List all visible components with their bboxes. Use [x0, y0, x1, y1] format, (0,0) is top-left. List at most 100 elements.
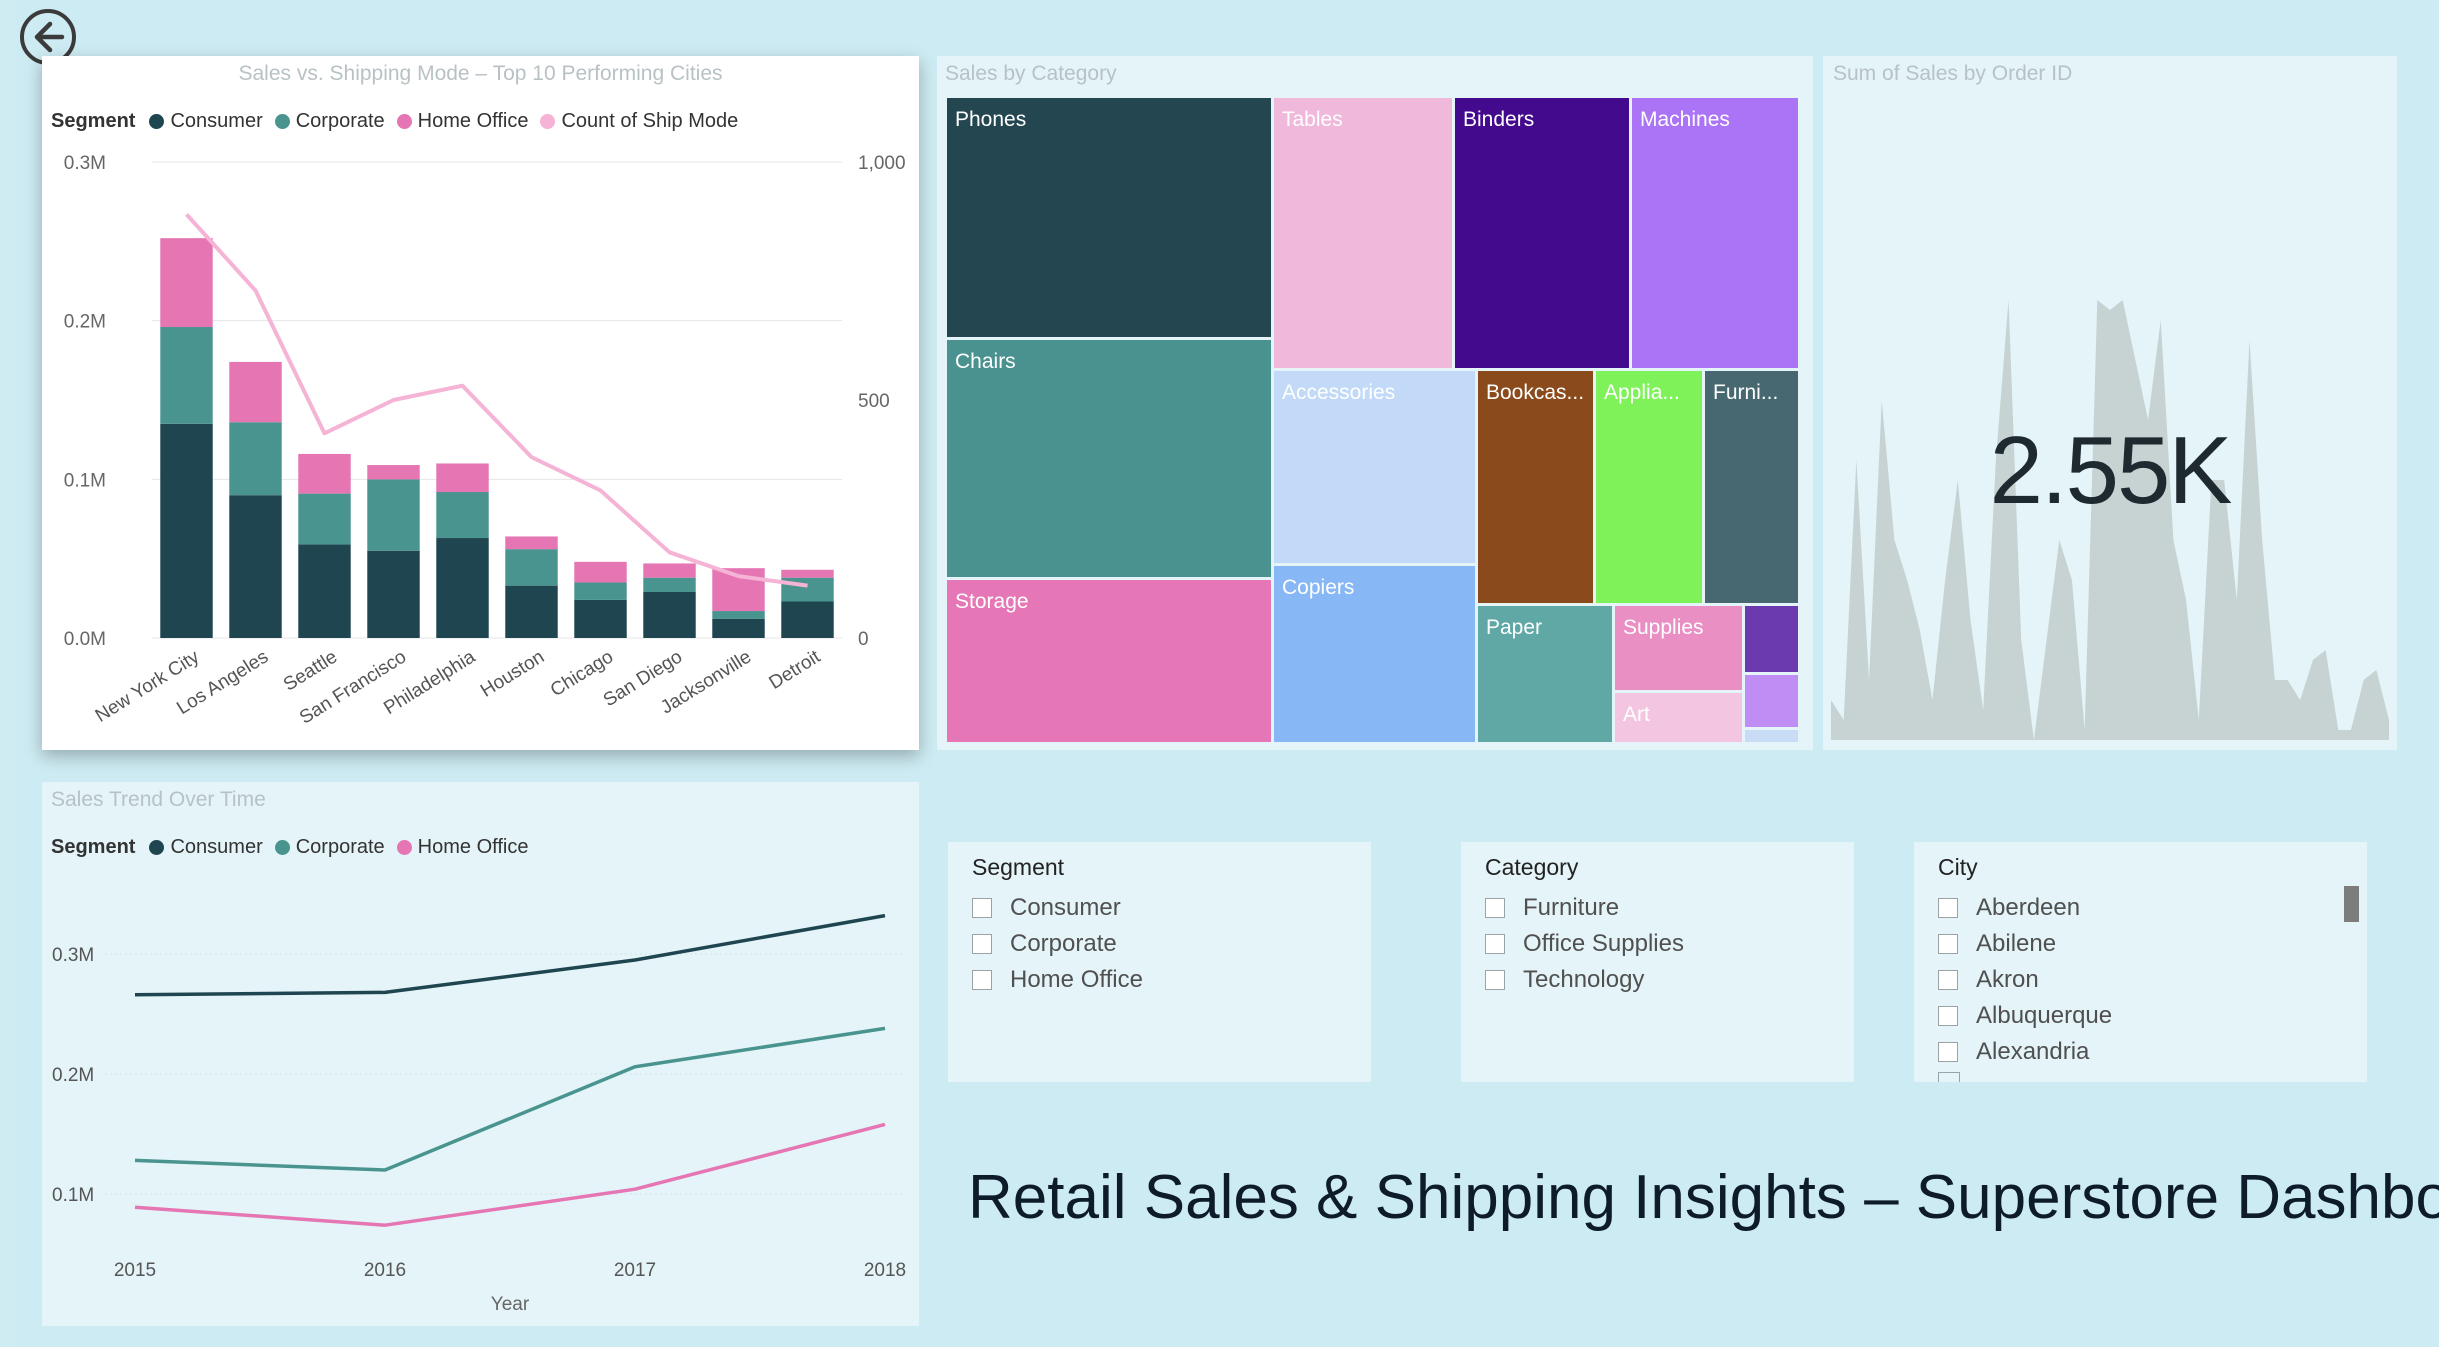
bar-segment[interactable]	[781, 569, 834, 578]
slicer-title: Segment	[972, 854, 1065, 880]
treemap-cell-storage[interactable]: Storage	[945, 578, 1273, 744]
bar-segment[interactable]	[229, 495, 282, 638]
slicer-item-albuquerque[interactable]: Albuquerque	[1938, 998, 2112, 1034]
treemap-label: Supplies	[1623, 616, 1704, 639]
line-chart-panel[interactable]: Sales Trend Over Time Segment Consumer C…	[42, 782, 919, 1326]
bar-segment[interactable]	[160, 238, 213, 328]
treemap-label: Binders	[1463, 108, 1535, 131]
treemap-cell-accessories[interactable]: Accessories	[1272, 369, 1477, 565]
bar-segment[interactable]	[229, 361, 282, 423]
bar-segment[interactable]	[505, 585, 558, 638]
treemap-cell-small[interactable]	[1743, 604, 1800, 674]
treemap-cell-appliances[interactable]: Applia...	[1594, 369, 1704, 605]
treemap-label: Furni...	[1713, 381, 1779, 404]
bar-segment[interactable]	[367, 550, 420, 638]
treemap-cell-art[interactable]: Art	[1613, 691, 1744, 744]
bar-segment[interactable]	[574, 561, 627, 583]
y-tick-label: 0.1M	[64, 470, 106, 491]
slicer-item-consumer[interactable]: Consumer	[972, 890, 1143, 926]
treemap-cell-paper[interactable]: Paper	[1476, 604, 1614, 744]
slicer-item-office-supplies[interactable]: Office Supplies	[1485, 926, 1684, 962]
treemap-panel[interactable]: Sales by Category Phones Chairs Storage Tab…	[937, 56, 1813, 750]
bar-segment[interactable]	[505, 549, 558, 586]
treemap-cell-copiers[interactable]: Copiers	[1272, 564, 1477, 744]
bar-segment[interactable]	[643, 563, 696, 578]
bar-segment[interactable]	[712, 611, 765, 619]
slicer-item-abilene[interactable]: Abilene	[1938, 926, 2112, 962]
bar-segment[interactable]	[643, 591, 696, 638]
city-slicer[interactable]: City Aberdeen Abilene Akron Albuquerque …	[1914, 842, 2367, 1082]
checkbox[interactable]	[972, 898, 992, 918]
series-line-home-office[interactable]	[134, 1122, 886, 1227]
series-line-corporate[interactable]	[134, 1026, 886, 1172]
treemap-cell-small[interactable]	[1743, 728, 1800, 744]
checkbox[interactable]	[972, 934, 992, 954]
checkbox[interactable]	[1485, 934, 1505, 954]
y2-tick-label: 1,000	[858, 153, 906, 174]
kpi-value: 2.55K	[1989, 417, 2233, 524]
line-chart-plot[interactable]: 0.1M 0.2M 0.3M 2015 2016 2017 2018 Year	[42, 782, 919, 1326]
treemap-cell-supplies[interactable]: Supplies	[1613, 604, 1744, 692]
checkbox[interactable]	[1938, 1006, 1958, 1026]
bar-segment[interactable]	[436, 538, 489, 638]
slicer-item-corporate[interactable]: Corporate	[972, 926, 1143, 962]
bar-segment[interactable]	[574, 582, 627, 600]
segment-slicer[interactable]: Segment Consumer Corporate Home Office	[948, 842, 1371, 1082]
treemap-cell-small[interactable]	[1743, 673, 1800, 729]
bar-segment[interactable]	[781, 601, 834, 638]
x-tick-label: Detroit	[766, 646, 825, 694]
y-tick-label: 0.2M	[52, 1065, 94, 1086]
series-line-consumer[interactable]	[134, 913, 886, 997]
checkbox[interactable]	[1938, 934, 1958, 954]
slicer-item-akron[interactable]: Akron	[1938, 962, 2112, 998]
slicer-item-alexandria[interactable]: Alexandria	[1938, 1034, 2112, 1070]
treemap-label: Machines	[1640, 108, 1730, 131]
bar-segment[interactable]	[160, 423, 213, 638]
checkbox[interactable]	[1485, 898, 1505, 918]
bar-segment[interactable]	[298, 453, 351, 494]
checkbox[interactable]	[1485, 970, 1505, 990]
treemap-cell-phones[interactable]: Phones	[945, 96, 1273, 339]
bar-segment[interactable]	[367, 465, 420, 480]
bar-segment[interactable]	[298, 493, 351, 545]
bar-segment[interactable]	[160, 327, 213, 424]
bar-segment[interactable]	[367, 479, 420, 551]
checkbox[interactable]	[1938, 898, 1958, 918]
category-slicer[interactable]: Category Furniture Office Supplies Techn…	[1461, 842, 1854, 1082]
checkbox[interactable]	[1938, 970, 1958, 990]
x-tick-label: Houston	[477, 646, 548, 701]
bar-segment[interactable]	[643, 577, 696, 592]
treemap-label: Accessories	[1282, 381, 1396, 404]
treemap-label: Applia...	[1604, 381, 1680, 404]
bar-segment[interactable]	[298, 544, 351, 638]
slicer-item-technology[interactable]: Technology	[1485, 962, 1684, 998]
slicer-item-furniture[interactable]: Furniture	[1485, 890, 1684, 926]
slicer-item-aberdeen[interactable]: Aberdeen	[1938, 890, 2112, 926]
sales-by-order-area-chart[interactable]	[1823, 56, 2397, 750]
x-axis-label: Year	[491, 1294, 530, 1315]
slicer-scrollbar[interactable]	[2344, 886, 2359, 922]
slicer-item-home-office[interactable]: Home Office	[972, 962, 1143, 998]
kpi-panel[interactable]: Sum of Sales by Order ID 2.55K	[1823, 56, 2397, 750]
y-tick-label: 0.3M	[64, 153, 106, 174]
bar-segment[interactable]	[505, 536, 558, 550]
dashboard-title: Retail Sales & Shipping Insights – Super…	[968, 1163, 2439, 1232]
bar-chart-plot[interactable]: 0.0M0.1M0.2M0.3M05001,000New York CityLo…	[42, 56, 919, 750]
x-tick-label: 2016	[364, 1260, 406, 1281]
bar-segment[interactable]	[436, 492, 489, 539]
x-tick-label: 2018	[864, 1260, 906, 1281]
bar-segment[interactable]	[436, 463, 489, 493]
bar-chart-panel[interactable]: Sales vs. Shipping Mode – Top 10 Perform…	[42, 56, 919, 750]
treemap-cell-machines[interactable]: Machines	[1630, 96, 1800, 370]
treemap-cell-chairs[interactable]: Chairs	[945, 338, 1273, 579]
treemap-cell-binders[interactable]: Binders	[1453, 96, 1631, 370]
bar-segment[interactable]	[574, 599, 627, 638]
bar-segment[interactable]	[229, 422, 282, 496]
treemap-cell-tables[interactable]: Tables	[1272, 96, 1454, 370]
checkbox[interactable]	[1938, 1042, 1958, 1062]
treemap-cell-bookcases[interactable]: Bookcas...	[1476, 369, 1595, 605]
treemap-cell-furnishings[interactable]: Furni...	[1703, 369, 1800, 605]
bar-segment[interactable]	[712, 618, 765, 638]
checkbox[interactable]	[972, 970, 992, 990]
treemap-label: Bookcas...	[1486, 381, 1585, 404]
